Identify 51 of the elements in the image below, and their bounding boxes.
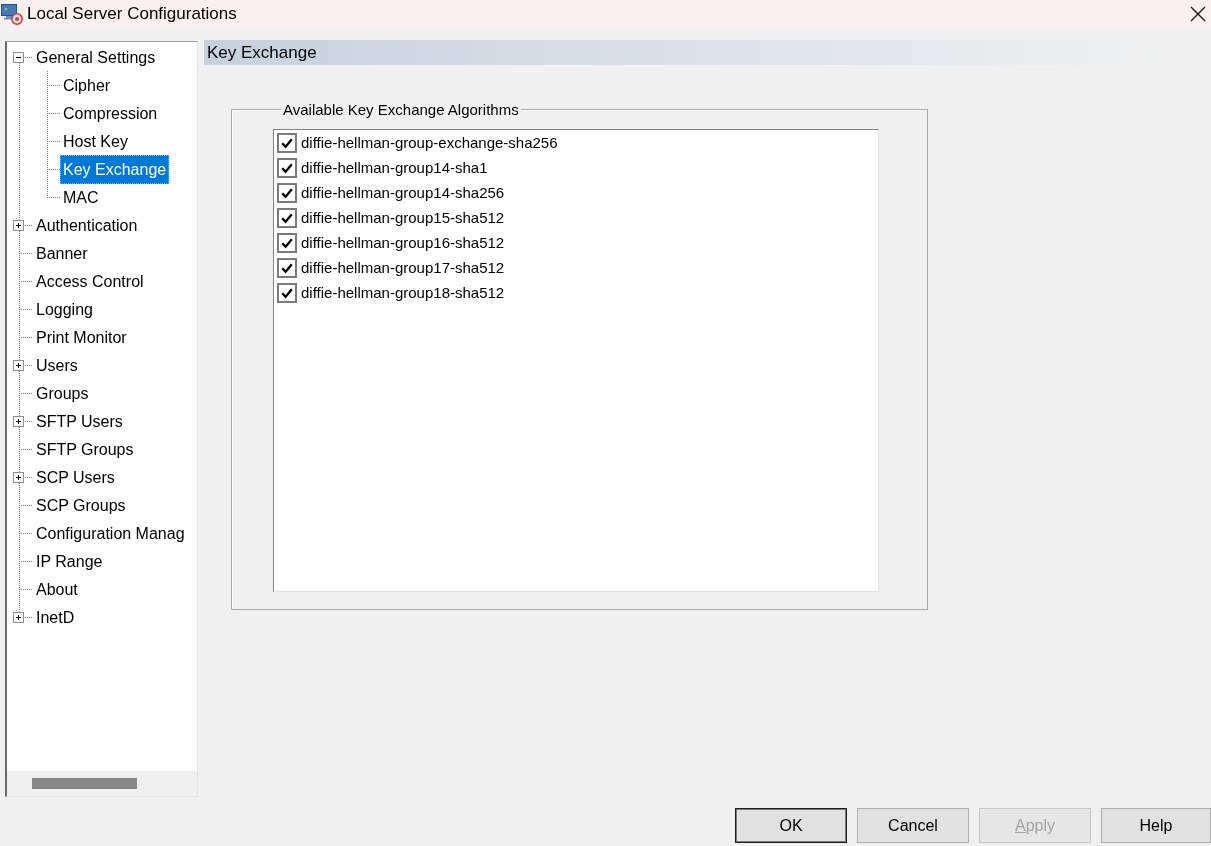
tree-item[interactable]: Authentication	[33, 210, 141, 240]
tree-item[interactable]: IP Range	[33, 546, 106, 576]
tree-item[interactable]: Users	[33, 350, 81, 380]
dialog-button[interactable]: OK	[735, 808, 847, 843]
list-item-text[interactable]: diffie-hellman-group15-sha512	[301, 208, 505, 227]
tree-item[interactable]: InetD	[33, 602, 78, 632]
tree-item[interactable]: Host Key	[60, 126, 131, 156]
tree-item[interactable]: Compression	[60, 98, 161, 128]
tree-item[interactable]: About	[33, 574, 81, 604]
checkbox[interactable]	[277, 282, 297, 303]
tree-item[interactable]: Logging	[33, 294, 96, 324]
tree-item[interactable]: Key Exchange	[60, 154, 170, 184]
tree-item[interactable]: SFTP Users	[33, 406, 126, 436]
scrollbar-thumb[interactable]	[32, 778, 137, 789]
close-icon	[1190, 6, 1206, 22]
plus-icon[interactable]	[13, 415, 24, 427]
tree-item[interactable]: Print Monitor	[33, 322, 130, 352]
tree-item[interactable]: Banner	[33, 238, 91, 268]
group-box-legend: Available Key Exchange Algorithms	[281, 101, 521, 118]
checked-list-box[interactable]	[273, 129, 879, 592]
list-item-text[interactable]: diffie-hellman-group18-sha512	[301, 283, 505, 302]
minus-icon[interactable]	[13, 51, 24, 63]
window-title: Local Server Configurations	[27, 4, 237, 24]
tree-item[interactable]: SFTP Groups	[33, 434, 137, 464]
tree-item[interactable]: SCP Groups	[33, 490, 129, 520]
checkbox[interactable]	[277, 232, 297, 253]
tree-item[interactable]: Groups	[33, 378, 92, 408]
checkbox[interactable]	[277, 207, 297, 228]
dialog-button[interactable]: Cancel	[857, 808, 969, 843]
checkbox[interactable]	[277, 257, 297, 278]
list-item-text[interactable]: diffie-hellman-group17-sha512	[301, 258, 505, 277]
dialog-button[interactable]: Help	[1101, 808, 1211, 843]
plus-icon[interactable]	[13, 359, 24, 371]
plus-icon[interactable]	[13, 611, 24, 623]
monitor-icon	[1, 3, 23, 25]
plus-icon[interactable]	[13, 219, 24, 231]
tree-item[interactable]: SCP Users	[33, 462, 118, 492]
checkbox[interactable]	[277, 132, 297, 153]
list-item-text[interactable]: diffie-hellman-group16-sha512	[301, 233, 505, 252]
tree-item[interactable]: Cipher	[60, 70, 114, 100]
horizontal-scrollbar[interactable]	[7, 771, 197, 796]
tree-item[interactable]: MAC	[60, 182, 102, 212]
list-item-text[interactable]: diffie-hellman-group14-sha256	[301, 183, 505, 202]
tree-item[interactable]: General Settings	[33, 42, 159, 72]
list-item-text[interactable]: diffie-hellman-group-exchange-sha256	[301, 133, 558, 152]
list-item-text[interactable]: diffie-hellman-group14-sha1	[301, 158, 488, 177]
checkbox[interactable]	[277, 157, 297, 178]
tree-item[interactable]: Access Control	[33, 266, 147, 296]
checkbox[interactable]	[277, 182, 297, 203]
plus-icon[interactable]	[13, 471, 24, 483]
tree-item[interactable]: Configuration Manag	[33, 518, 188, 548]
